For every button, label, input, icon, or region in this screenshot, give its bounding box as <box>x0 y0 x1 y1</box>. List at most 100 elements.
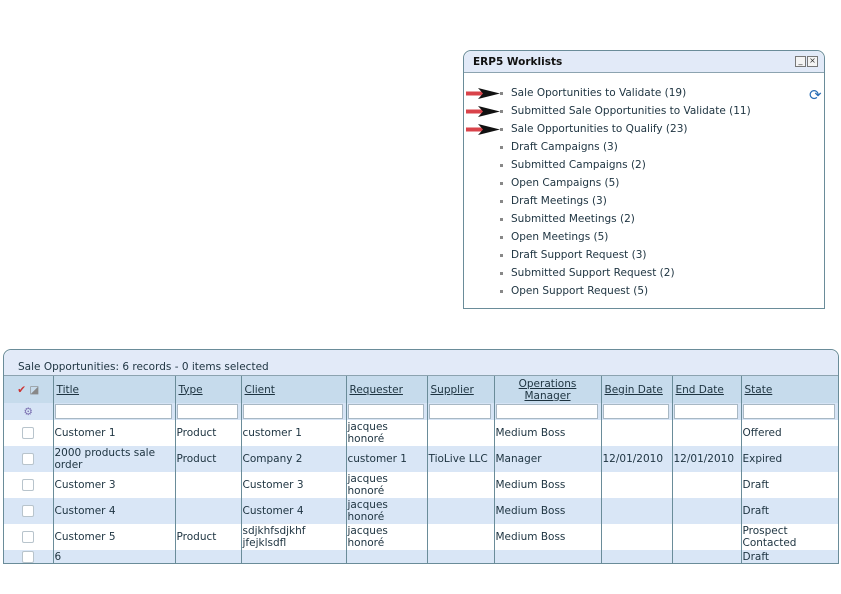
close-icon[interactable]: × <box>807 56 818 67</box>
table-cell: Product <box>174 524 241 550</box>
column-filter-input[interactable] <box>428 404 491 419</box>
table-cell: 12/01/2010 <box>671 446 741 472</box>
column-header: State <box>740 376 838 403</box>
table-row: Customer 5 Product sdjkhfsdjkhf jfejklsdfl… <box>4 524 838 550</box>
select-actions: ✔ ◪ <box>4 376 53 403</box>
table-row: Customer 4 Customer 4 jacques honoré Medium… <box>4 498 838 524</box>
worklist-link[interactable]: Sale Oportunities to Validate (19) <box>511 87 686 99</box>
sort-link[interactable]: Operations Manager <box>519 378 577 402</box>
column-filter-input[interactable] <box>673 404 738 419</box>
row-checkbox[interactable] <box>22 550 35 563</box>
row-checkbox[interactable] <box>22 531 35 543</box>
worklist-link[interactable]: Open Campaigns (5) <box>511 177 619 189</box>
table-cell[interactable]: Customer 5 <box>52 524 175 550</box>
table-cell <box>600 524 672 550</box>
table-cell: jacques honoré <box>345 420 427 446</box>
filter-cell <box>345 403 427 420</box>
table-cell: 12/01/2010 <box>600 446 672 472</box>
table-cell <box>600 472 672 498</box>
sort-link[interactable]: Client <box>245 384 275 396</box>
column-filter-input[interactable] <box>495 404 598 419</box>
uncheck-all-icon[interactable]: ◪ <box>29 384 39 396</box>
row-select-cell <box>4 446 53 472</box>
bullet-icon <box>500 200 503 203</box>
table-cell: Product <box>174 420 241 446</box>
worklist-link[interactable]: Draft Campaigns (3) <box>511 141 618 153</box>
sort-link[interactable]: State <box>745 384 773 396</box>
row-checkbox[interactable] <box>22 427 35 439</box>
refresh-icon[interactable]: ⟳ <box>809 86 822 104</box>
worklist-link[interactable]: Sale Opportunities to Qualify (23) <box>511 123 687 135</box>
worklist-link[interactable]: Submitted Meetings (2) <box>511 213 635 225</box>
table-cell: jacques honoré <box>345 472 427 498</box>
column-header: End Date <box>671 376 741 403</box>
filter-cell <box>174 403 241 420</box>
bullet-icon <box>500 182 503 185</box>
table-cell: Prospect Contacted <box>740 524 838 550</box>
table-cell[interactable]: Customer 3 <box>52 472 175 498</box>
search-gear-icon[interactable]: ⚙ <box>24 406 33 418</box>
row-checkbox[interactable] <box>22 453 35 465</box>
column-filter-input[interactable] <box>242 404 343 419</box>
table-cell[interactable]: 6 <box>52 550 175 563</box>
table-cell <box>426 498 494 524</box>
row-select-cell <box>4 550 53 563</box>
table-cell[interactable]: Customer 1 <box>52 420 175 446</box>
table-cell: Draft <box>740 498 838 524</box>
worklist-item: Sale Opportunities to Qualify (23) <box>464 121 794 139</box>
table-cell: Customer 4 <box>240 498 346 524</box>
table-cell <box>671 498 741 524</box>
arrow-icon <box>466 88 500 99</box>
row-select-cell <box>4 472 53 498</box>
row-checkbox[interactable] <box>22 479 35 491</box>
sort-link[interactable]: End Date <box>676 384 724 396</box>
column-filter-input[interactable] <box>176 404 238 419</box>
table-cell[interactable]: 2000 products sale order <box>52 446 175 472</box>
worklist-link[interactable]: Draft Support Request (3) <box>511 249 647 261</box>
worklist-link[interactable]: Draft Meetings (3) <box>511 195 607 207</box>
column-filter-input[interactable] <box>742 404 835 419</box>
worklist-link[interactable]: Open Meetings (5) <box>511 231 608 243</box>
table-cell <box>174 498 241 524</box>
sort-link[interactable]: Begin Date <box>605 384 663 396</box>
table-cell[interactable]: Customer 4 <box>52 498 175 524</box>
filter-cell <box>52 403 175 420</box>
bullet-icon <box>500 236 503 239</box>
filter-cell <box>493 403 601 420</box>
filter-cell <box>426 403 494 420</box>
column-filter-input[interactable] <box>602 404 669 419</box>
bullet-icon <box>500 290 503 293</box>
table-cell <box>671 524 741 550</box>
table-cell <box>426 524 494 550</box>
table-cell <box>174 472 241 498</box>
table-cell <box>174 550 241 563</box>
worklist-link[interactable]: Open Support Request (5) <box>511 285 648 297</box>
listbox-table: ✔ ◪ Title Type Client Requester Supplier Opera… <box>4 376 838 563</box>
column-filter-input[interactable] <box>347 404 424 419</box>
sort-link[interactable]: Supplier <box>431 384 474 396</box>
sort-link[interactable]: Title <box>57 384 80 396</box>
row-checkbox[interactable] <box>22 505 35 517</box>
column-header: Supplier <box>426 376 494 403</box>
worklist-link[interactable]: Submitted Sale Opportunities to Validate… <box>511 105 751 117</box>
worklist-item: Open Campaigns (5) <box>464 175 794 193</box>
worklist-list: Sale Oportunities to Validate (19) Submit… <box>464 85 794 301</box>
column-header: Client <box>240 376 346 403</box>
sort-link[interactable]: Type <box>179 384 203 396</box>
worklists-header: ERP5 Worklists _ × <box>464 51 824 73</box>
table-cell: Medium Boss <box>493 524 601 550</box>
bullet-icon <box>500 164 503 167</box>
table-cell: Company 2 <box>240 446 346 472</box>
table-row: 2000 products sale order Product Company 2… <box>4 446 838 472</box>
column-filter-input[interactable] <box>54 404 172 419</box>
minimize-icon[interactable]: _ <box>795 56 806 67</box>
worklist-link[interactable]: Submitted Support Request (2) <box>511 267 675 279</box>
sort-link[interactable]: Requester <box>350 384 403 396</box>
row-select-cell <box>4 524 53 550</box>
table-cell: customer 1 <box>240 420 346 446</box>
table-cell: customer 1 <box>345 446 427 472</box>
column-header: Operations Manager <box>493 376 601 403</box>
table-cell <box>600 420 672 446</box>
check-all-icon[interactable]: ✔ <box>17 384 26 396</box>
worklist-link[interactable]: Submitted Campaigns (2) <box>511 159 646 171</box>
